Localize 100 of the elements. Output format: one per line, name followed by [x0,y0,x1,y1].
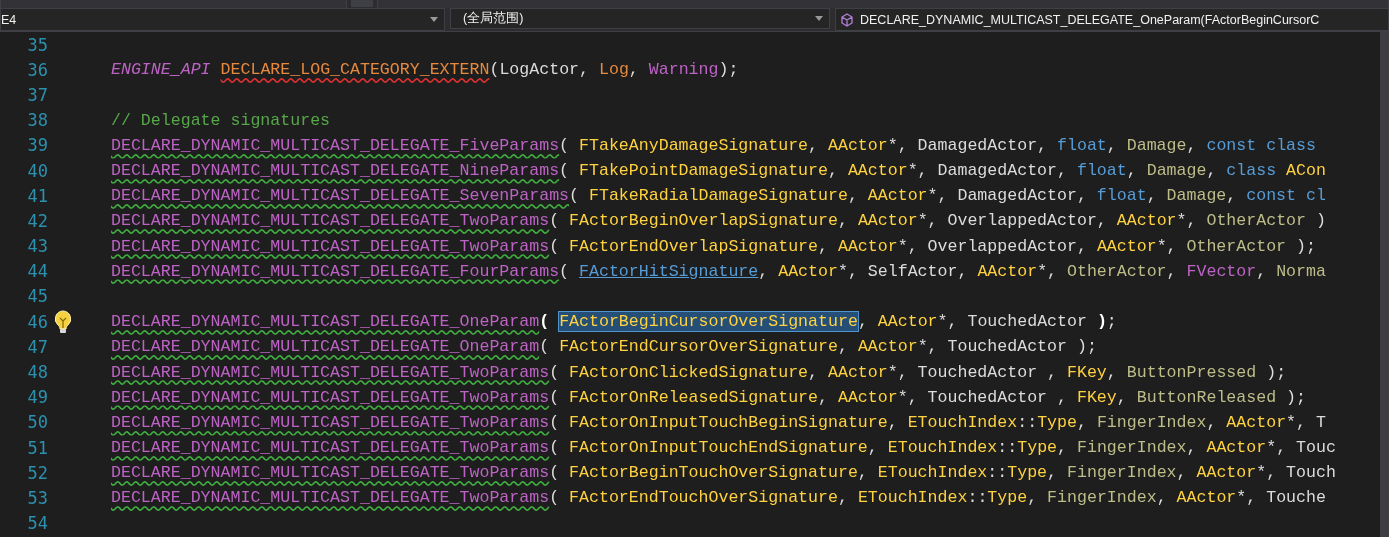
type-name: FKey [1076,387,1117,407]
cube-icon [840,12,854,27]
code-text: , [857,312,869,332]
type-name: Type [1017,438,1058,458]
line-number: 45 [26,286,48,307]
type-name: AActor [1116,211,1177,231]
scope-dropdown[interactable]: (全局范围) [450,8,830,29]
keyword: const class [1206,135,1316,155]
parameter-name: FingerIndex [1047,488,1157,508]
code-text: *, T [1286,412,1326,432]
line-number: 53 [26,487,48,508]
line-number: 51 [26,437,48,458]
macro-name: DECLARE_DYNAMIC_MULTICAST_DELEGATE_TwoParams [111,412,550,432]
code-text: , [1256,261,1268,281]
type-name: AActor [828,135,888,155]
type-name: Type [1037,412,1077,432]
macro-name: DECLARE_DYNAMIC_MULTICAST_DELEGATE_TwoParams [111,362,550,382]
line-number: 37 [26,84,48,105]
code-text: *, [1176,211,1198,231]
macro-name: DECLARE_DYNAMIC_MULTICAST_DELEGATE_TwoParams [111,236,550,256]
code-comment: // Delegate signatures [111,110,331,130]
line-number: 52 [26,462,48,483]
type-name: FActorBeginOverlapSignature [569,211,838,231]
type-name: FActorBeginCursorOverSignature [559,312,858,332]
code-text: , [1027,488,1039,508]
type-name: AActor [778,261,838,281]
parameter-name: ButtonPressed [1126,362,1257,382]
identifier: DECLARE_LOG_CATEGORY_EXTERN [220,60,490,80]
code-text: ( [559,161,571,181]
type-name: AActor [877,312,938,332]
macro-name: DECLARE_DYNAMIC_MULTICAST_DELEGATE_SevenParams [111,186,570,206]
code-text: , [1047,463,1059,483]
parameter-name: Damage [1166,186,1227,206]
line-number: 54 [26,513,48,534]
keyword: float [1076,161,1127,181]
type-name: AActor [867,186,928,206]
type-name: FActorEndCursorOverSignature [559,337,838,357]
code-text: ( [549,387,561,407]
code-text: ); [1265,362,1287,382]
code-text: , [818,236,829,256]
member-dropdown[interactable]: DECLARE_DYNAMIC_MULTICAST_DELEGATE_OneParam(FActorBeginCursorC [835,8,1389,31]
code-text: , [837,488,849,508]
type-name: AActor [828,362,888,382]
code-text: *, Touc [1266,438,1336,458]
type-name: AActor [1096,236,1157,256]
code-text: *, Touche [1236,488,1326,508]
code-text: , [837,337,849,357]
code-text: , [857,463,869,483]
type-name: ETouchIndex [877,463,988,483]
type-name: FActorEndOverlapSignature [569,236,819,256]
code-text: , [1116,387,1128,407]
type-name: AActor [847,161,908,181]
macro-name: DECLARE_DYNAMIC_MULTICAST_DELEGATE_TwoParams [111,387,550,407]
code-text: , [1146,186,1158,206]
code-text: , [1106,362,1118,382]
project-dropdown[interactable]: E4 [0,8,445,31]
macro-name: FVector [1186,261,1257,281]
line-number: 44 [26,261,48,282]
type-name: ACon [1286,161,1326,181]
code-text: ( [549,488,561,508]
type-name: Type [987,488,1028,508]
type-name: AActor [977,261,1038,281]
brace: ) [1096,312,1107,332]
code-text: *, OverlappedActor, [917,211,1108,231]
code-text: , [867,438,879,458]
code-text: ( [549,362,561,382]
code-text: *, DamagedActor, [927,186,1088,206]
code-text: , [758,261,770,281]
code-text: *, TouchedActor , [897,387,1068,407]
parameter-name: OtherActor [1186,236,1287,256]
macro-name: ENGINE_API [111,60,211,80]
type-name: ETouchIndex [887,438,998,458]
code-text: , [1166,261,1178,281]
code-text: :: [987,463,1008,483]
line-number: 39 [26,135,48,156]
code-text: , [628,60,640,80]
line-number: 48 [26,362,48,383]
type-name: FActorOnInputTouchBeginSignature [569,412,888,432]
code-text: ( [549,236,561,256]
code-text: ( [549,463,561,483]
code-text: *, Touch [1256,463,1336,483]
lightbulb-icon[interactable] [53,309,73,334]
code-text: ); [718,60,739,80]
code-text: , [837,211,849,231]
type-link[interactable]: FActorHitSignature [579,261,759,281]
macro-name: DECLARE_DYNAMIC_MULTICAST_DELEGATE_TwoParams [111,488,550,508]
parameter-name: Damage [1126,135,1187,155]
macro-name: Warning [648,60,719,80]
code-text: ); [1295,236,1316,256]
code-text: , [1186,135,1198,155]
line-number: 38 [26,110,48,131]
code-text: *, TouchedActor , [887,362,1059,382]
scrollbar[interactable] [1380,32,1389,537]
keyword: float [1057,135,1107,155]
code-text: , [808,135,820,155]
line-number: 42 [26,210,48,231]
type-name: FActorBeginTouchOverSignature [569,463,858,483]
code-text: ( [549,438,561,458]
code-text: :: [997,438,1018,458]
identifier: Log [598,60,629,80]
